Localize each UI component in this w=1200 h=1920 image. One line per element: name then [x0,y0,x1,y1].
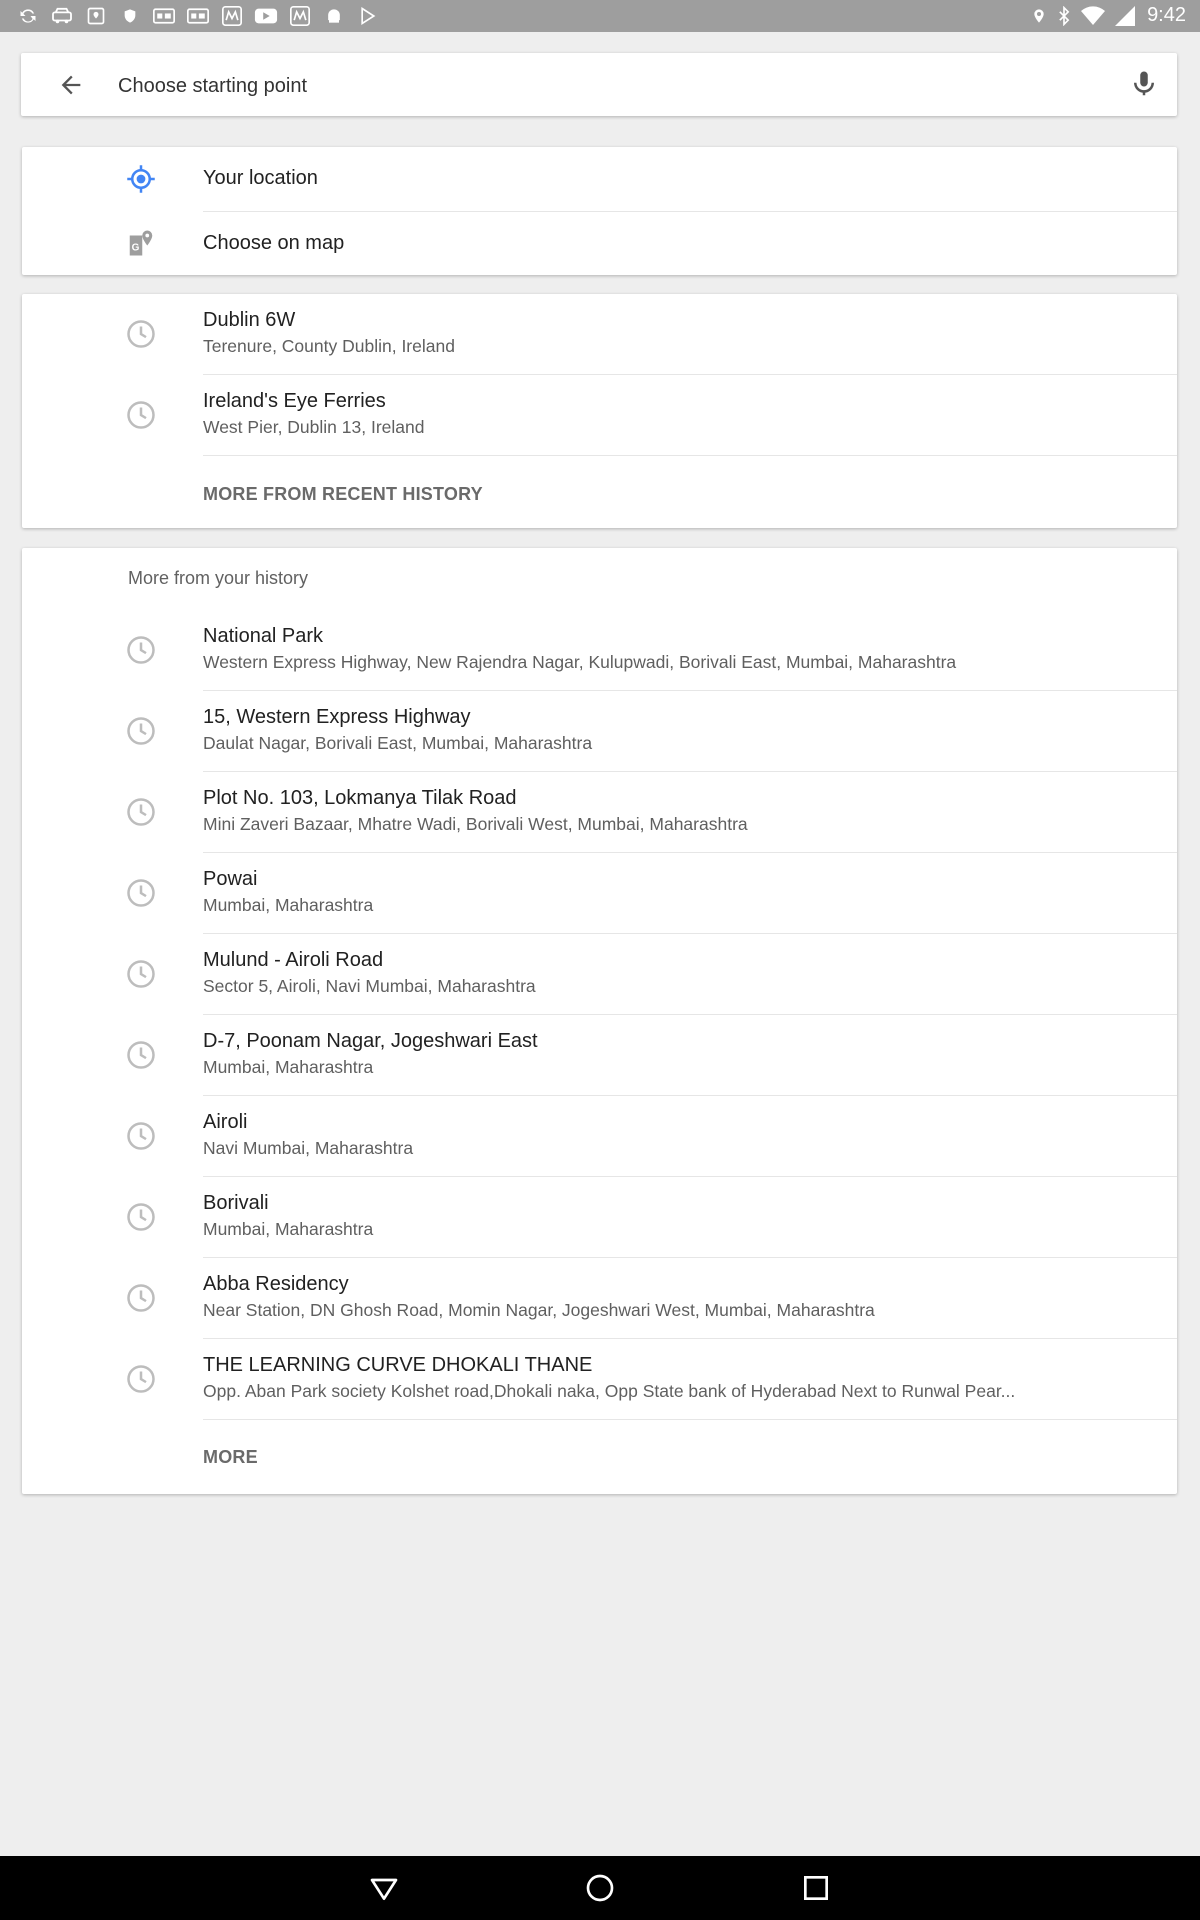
youtube-icon [254,5,278,27]
my-location-icon [126,164,156,194]
signal-icon [1115,5,1136,26]
myntra-icon [220,5,244,27]
status-bar: 9:42 [0,0,1200,32]
gif-icon [152,5,176,27]
list-item[interactable]: Abba Residency Near Station, DN Ghosh Ro… [22,1258,1177,1338]
map-pin-icon: G [126,228,156,258]
place-address: Mumbai, Maharashtra [203,1057,374,1077]
your-location-option[interactable]: Your location [22,147,1177,211]
history-section-header: More from your history [128,568,309,588]
shield-icon [118,5,142,27]
place-address: Daulat Nagar, Borivali East, Mumbai, Mah… [203,733,593,753]
list-item[interactable]: Plot No. 103, Lokmanya Tilak Road Mini Z… [22,772,1177,852]
system-status: 9:42 [1031,4,1186,27]
list-item[interactable]: Mulund - Airoli Road Sector 5, Airoli, N… [22,934,1177,1014]
history-clock-icon [126,716,156,746]
divider [203,455,1177,456]
place-title: Plot No. 103, Lokmanya Tilak Road [203,787,517,809]
place-title: Borivali [203,1192,269,1214]
more-history-card: More from your history National Park Wes… [22,548,1177,1494]
history-clock-icon [126,1364,156,1394]
list-item[interactable]: Powai Mumbai, Maharashtra [22,853,1177,933]
recent-history-card: Dublin 6W Terenure, County Dublin, Irela… [22,294,1177,528]
history-clock-icon [126,1121,156,1151]
place-address: Western Express Highway, New Rajendra Na… [203,652,957,672]
quick-options-card: Your location G Choose on map [22,147,1177,275]
android-icon [322,5,346,27]
clock: 9:42 [1147,4,1186,26]
maps-icon [84,5,108,27]
history-clock-icon [126,797,156,827]
your-location-label: Your location [203,167,318,189]
place-title: Airoli [203,1111,248,1133]
list-item[interactable]: Ireland's Eye Ferries West Pier, Dublin … [22,375,1177,455]
more-recent-history-button[interactable]: MORE FROM RECENT HISTORY [203,484,483,505]
history-clock-icon [126,1283,156,1313]
location-icon [1031,6,1047,26]
myntra-icon [288,5,312,27]
place-address: Navi Mumbai, Maharashtra [203,1138,414,1158]
place-address: Opp. Aban Park society Kolshet road,Dhok… [203,1381,1016,1401]
recents-square-icon[interactable] [800,1872,832,1904]
place-title: Ireland's Eye Ferries [203,390,386,412]
divider [203,1419,1177,1420]
history-clock-icon [126,878,156,908]
place-address: Mini Zaveri Bazaar, Mhatre Wadi, Borival… [203,814,748,834]
place-address: Mumbai, Maharashtra [203,895,374,915]
history-clock-icon [126,959,156,989]
place-address: West Pier, Dublin 13, Ireland [203,417,425,437]
list-item[interactable]: Dublin 6W Terenure, County Dublin, Irela… [22,294,1177,374]
place-title: THE LEARNING CURVE DHOKALI THANE [203,1354,593,1376]
svg-text:G: G [132,243,140,254]
notification-icons [16,5,380,27]
place-address: Sector 5, Airoli, Navi Mumbai, Maharasht… [203,976,536,996]
microphone-icon[interactable] [1129,69,1159,99]
history-clock-icon [126,635,156,665]
list-item[interactable]: THE LEARNING CURVE DHOKALI THANE Opp. Ab… [22,1339,1177,1419]
place-title: Mulund - Airoli Road [203,949,384,971]
list-item[interactable]: Borivali Mumbai, Maharashtra [22,1177,1177,1257]
wifi-icon [1081,5,1106,26]
place-address: Near Station, DN Ghosh Road, Momin Nagar… [203,1300,875,1320]
sync-icon [16,5,40,27]
search-bar [21,53,1177,116]
place-title: Dublin 6W [203,309,296,331]
place-address: Terenure, County Dublin, Ireland [203,336,455,356]
gif-icon [186,5,210,27]
place-title: Abba Residency [203,1273,349,1295]
list-item[interactable]: Airoli Navi Mumbai, Maharashtra [22,1096,1177,1176]
place-title: National Park [203,625,324,647]
history-clock-icon [126,400,156,430]
system-navigation-bar [0,1856,1200,1920]
list-item[interactable]: D-7, Poonam Nagar, Jogeshwari East Mumba… [22,1015,1177,1095]
place-title: 15, Western Express Highway [203,706,471,728]
home-circle-icon[interactable] [584,1872,616,1904]
choose-on-map-option[interactable]: G Choose on map [22,211,1177,275]
play-store-icon [356,5,380,27]
bluetooth-icon [1057,5,1071,26]
choose-on-map-label: Choose on map [203,232,345,254]
car-icon [50,5,74,27]
back-arrow-icon[interactable] [57,71,85,99]
history-clock-icon [126,1202,156,1232]
place-address: Mumbai, Maharashtra [203,1219,374,1239]
back-triangle-icon[interactable] [368,1872,400,1904]
list-item[interactable]: 15, Western Express Highway Daulat Nagar… [22,691,1177,771]
starting-point-input[interactable] [116,65,1020,107]
history-clock-icon [126,319,156,349]
list-item[interactable]: National Park Western Express Highway, N… [22,610,1177,690]
place-title: D-7, Poonam Nagar, Jogeshwari East [203,1030,538,1052]
place-title: Powai [203,868,258,890]
history-clock-icon [126,1040,156,1070]
more-history-button[interactable]: MORE [203,1447,258,1468]
